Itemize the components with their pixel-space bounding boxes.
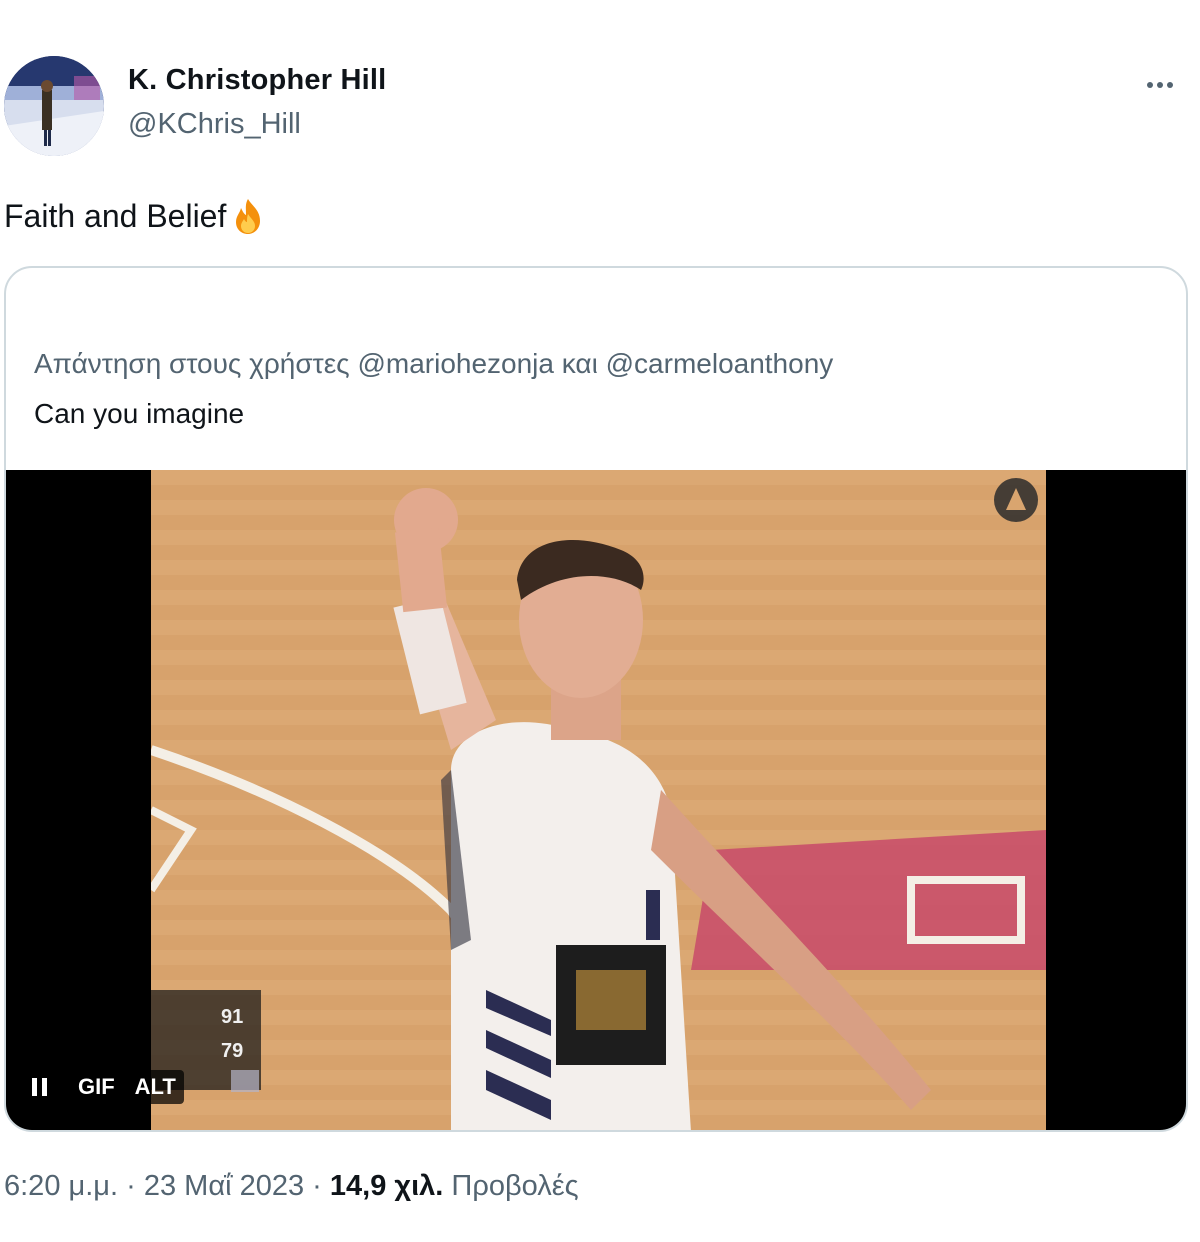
- score-away: 79: [221, 1040, 244, 1062]
- gif-badge: GIF: [78, 1074, 115, 1099]
- meta-separator: ·: [312, 1170, 322, 1202]
- fire-emoji-icon: [228, 196, 268, 236]
- views-label: Προβολές: [451, 1170, 579, 1202]
- media-controls: GIF ALT: [32, 1070, 184, 1104]
- tweet-text-content: Faith and Belief: [4, 197, 227, 234]
- more-options-icon[interactable]: [1138, 70, 1182, 100]
- tweet-text: Faith and Belief: [4, 196, 268, 236]
- reply-conjunction: και: [561, 348, 598, 379]
- author-handle[interactable]: @KChris_Hill: [128, 108, 301, 141]
- author-display-name[interactable]: K. Christopher Hill: [128, 64, 386, 97]
- profile-photo: [4, 56, 104, 156]
- mention-mariohezonja[interactable]: @mariohezonja: [357, 348, 554, 379]
- reply-context: Απάντηση στους χρήστες @mariohezonja και…: [34, 348, 833, 380]
- tweet-meta: 6:20 μ.μ. · 23 Μαΐ 2023 · 14,9 χιλ. Προβ…: [4, 1170, 579, 1203]
- alt-text-button[interactable]: ALT: [126, 1070, 184, 1104]
- views-count: 14,9 χιλ.: [329, 1170, 444, 1202]
- tweet-time[interactable]: 6:20 μ.μ.: [4, 1170, 118, 1202]
- mention-carmeloanthony[interactable]: @carmeloanthony: [606, 348, 834, 379]
- tweet-view: K. Christopher Hill @KChris_Hill Faith a…: [0, 0, 1200, 1242]
- gif-frame: 91 79: [151, 470, 1046, 1130]
- reply-prefix: Απάντηση στους χρήστες: [34, 348, 350, 379]
- gif-player[interactable]: 91 79 GIF ALT: [6, 470, 1186, 1130]
- scoreboard: 91 79: [221, 1000, 243, 1068]
- author-avatar[interactable]: [4, 56, 104, 156]
- pause-icon[interactable]: [32, 1072, 60, 1102]
- quoted-tweet-card[interactable]: Απάντηση στους χρήστες @mariohezonja και…: [4, 266, 1188, 1132]
- quoted-tweet-text: Can you imagine: [34, 398, 245, 429]
- score-home: 91: [221, 1006, 244, 1028]
- meta-separator: ·: [126, 1170, 136, 1202]
- tweet-date[interactable]: 23 Μαΐ 2023: [144, 1170, 304, 1202]
